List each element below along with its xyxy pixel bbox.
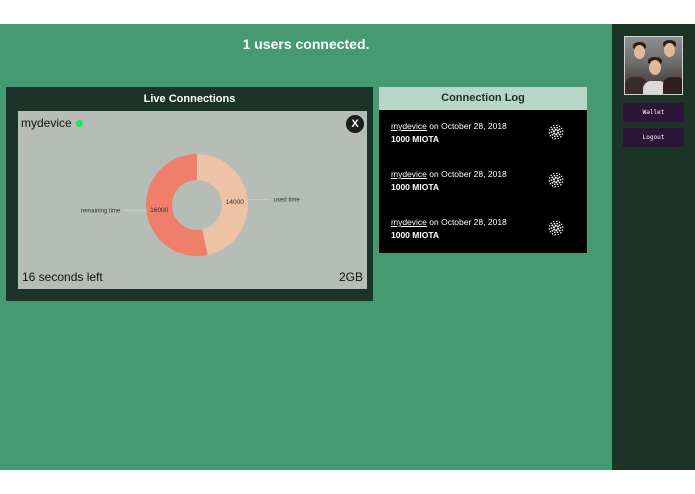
log-device-link[interactable]: mydevice [391, 121, 427, 131]
donut-category-label: remaining time [81, 208, 121, 214]
live-connections-title: Live Connections [143, 93, 236, 105]
wallet-button[interactable]: Wallet [623, 103, 684, 122]
live-connections-panel: Live Connections 14000 used time 16000 rema… [6, 87, 373, 301]
main-area: 1 users connected. Live Connections 1400… [0, 24, 612, 470]
iota-icon [548, 172, 564, 188]
donut-value-label: 14000 [226, 199, 244, 206]
usage-donut-chart: 14000 used time 16000 remaining time [81, 154, 301, 256]
log-device-link[interactable]: mydevice [391, 217, 427, 227]
close-button[interactable]: X [346, 115, 364, 133]
logout-button[interactable]: Logout [623, 128, 684, 147]
log-date: on October 28, 2018 [426, 169, 507, 179]
log-device-link[interactable]: mydevice [391, 169, 427, 179]
iota-icon [548, 220, 564, 236]
time-left-text: 16 seconds left [22, 270, 103, 284]
donut-category-label: used time [274, 198, 301, 204]
log-date: on October 28, 2018 [426, 217, 507, 227]
sidebar: Wallet Logout [612, 24, 695, 470]
device-card: 14000 used time 16000 remaining time mydevi… [18, 111, 367, 289]
online-status-dot [75, 120, 83, 128]
donut-value-label: 16000 [150, 207, 168, 214]
connection-log-title: Connection Log [379, 87, 587, 110]
log-item: mydevice on October 28, 2018 1000 MIOTA [391, 121, 581, 161]
log-item: mydevice on October 28, 2018 1000 MIOTA [391, 169, 581, 209]
log-date: on October 28, 2018 [426, 121, 507, 131]
connection-log-panel: Connection Log mydevice on October 28, 2… [379, 87, 587, 253]
data-size-text: 2GB [338, 270, 363, 284]
device-name-text: mydevice [21, 116, 72, 130]
iota-icon [548, 124, 564, 140]
page-title: 1 users connected. [242, 36, 370, 52]
avatar [624, 36, 683, 95]
log-item: mydevice on October 28, 2018 1000 MIOTA [391, 217, 581, 257]
device-name: mydevice [21, 116, 83, 130]
app-root: 1 users connected. Live Connections 1400… [0, 0, 695, 494]
